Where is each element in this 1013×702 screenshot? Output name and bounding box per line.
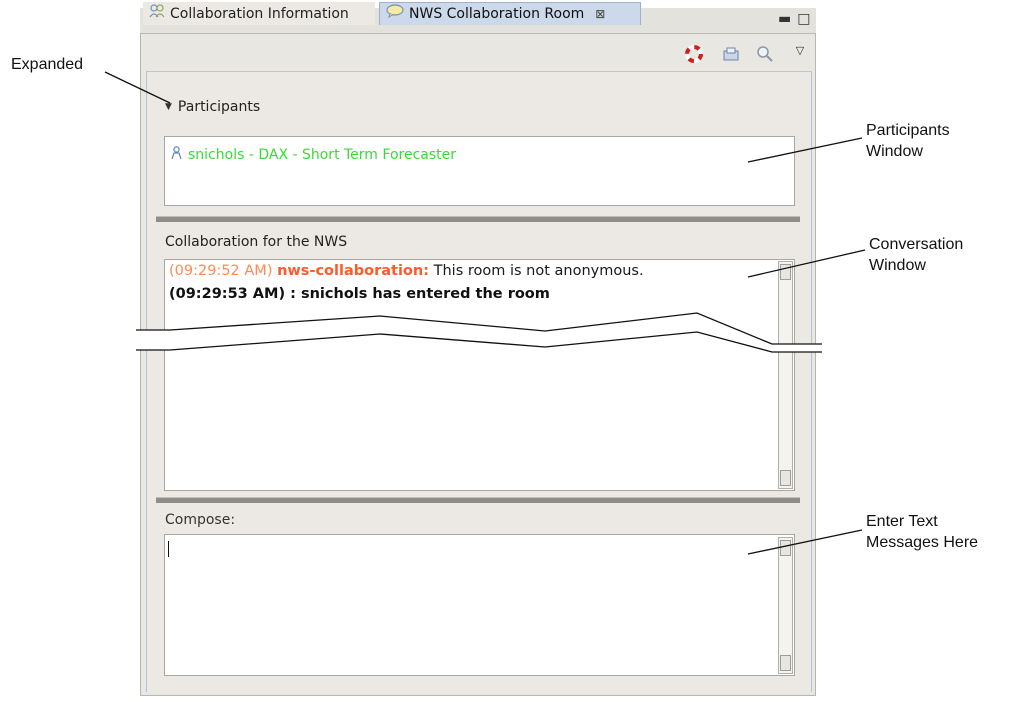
break-graphic [136, 312, 822, 353]
